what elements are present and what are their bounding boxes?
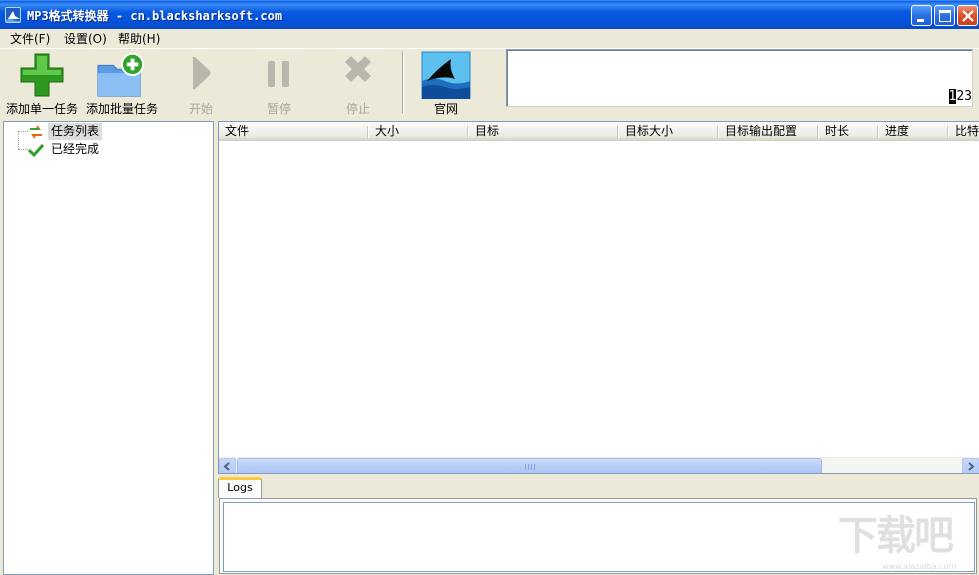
- logs-section: Logs: [218, 477, 979, 575]
- minimize-button[interactable]: [911, 5, 932, 26]
- tree-item-label: 任务列表: [48, 123, 103, 140]
- start-label: 开始: [188, 102, 213, 116]
- add-single-task-button[interactable]: 添加单一任务: [3, 49, 81, 119]
- tab-logs[interactable]: Logs: [218, 477, 262, 498]
- start-button[interactable]: 开始: [176, 49, 226, 119]
- progress-counter: 123: [948, 89, 972, 104]
- column-header-bitrate[interactable]: 比特: [949, 122, 979, 141]
- checkmark-icon: [28, 143, 44, 158]
- task-list-view[interactable]: 文件 大小 目标 目标大小 目标输出配置 时长 进度 比特: [218, 121, 979, 474]
- logs-textbox[interactable]: [223, 502, 975, 572]
- column-header-output-config[interactable]: 目标输出配置: [719, 122, 819, 141]
- official-site-button[interactable]: 官网: [421, 49, 471, 119]
- column-header-progress[interactable]: 进度: [879, 122, 949, 141]
- add-single-task-label: 添加单一任务: [5, 102, 78, 116]
- menu-bar: 文件(F) 设置(O) 帮助(H): [0, 29, 979, 48]
- window-title: MP3格式转换器 - cn.blacksharksoft.com: [27, 9, 283, 23]
- scroll-thumb[interactable]: [237, 458, 822, 473]
- pause-label: 暂停: [266, 102, 291, 116]
- maximize-icon: [939, 10, 951, 22]
- logs-panel: [219, 498, 977, 574]
- folder-add-icon: [97, 52, 145, 97]
- scroll-left-button[interactable]: [219, 458, 236, 473]
- stop-label: 停止: [345, 102, 370, 116]
- add-batch-task-label: 添加批量任务: [85, 102, 158, 116]
- app-window: MP3格式转换器 - cn.blacksharksoft.com 文件(F) 设…: [0, 0, 979, 575]
- progress-display: 123: [506, 49, 973, 107]
- menu-settings[interactable]: 设置(O): [62, 31, 109, 47]
- title-bar[interactable]: MP3格式转换器 - cn.blacksharksoft.com: [0, 0, 979, 29]
- close-icon: [962, 10, 974, 22]
- column-header-label: 目标: [475, 124, 500, 138]
- column-header-label: 文件: [225, 124, 250, 138]
- minimize-icon: [917, 19, 924, 22]
- toolbar: 添加单一任务 添加批量任务 开始 暂停 停止 官网 123: [0, 48, 979, 120]
- tree-item-label: 已经完成: [51, 142, 100, 156]
- task-list-icon: [30, 125, 42, 139]
- column-header-label: 大小: [375, 124, 400, 138]
- column-header-label: 目标大小: [625, 124, 674, 138]
- pause-button[interactable]: 暂停: [254, 49, 304, 119]
- column-header-label: 时长: [825, 124, 850, 138]
- horizontal-scrollbar[interactable]: [219, 457, 979, 473]
- column-header-file[interactable]: 文件: [219, 122, 369, 141]
- progress-counter-rest: 23: [956, 89, 972, 104]
- toolbar-separator: [402, 51, 404, 113]
- column-header-size[interactable]: 大小: [369, 122, 469, 141]
- list-header: 文件 大小 目标 目标大小 目标输出配置 时长 进度 比特: [219, 122, 979, 141]
- pause-icon: [268, 61, 289, 87]
- scroll-right-button[interactable]: [962, 458, 979, 473]
- column-header-label: 目标输出配置: [725, 124, 798, 138]
- add-batch-task-button[interactable]: 添加批量任务: [83, 49, 161, 119]
- task-tree[interactable]: 任务列表 已经完成: [3, 121, 214, 575]
- column-header-label: 比特: [955, 124, 979, 138]
- chevron-right-icon: [968, 462, 975, 471]
- shark-logo-icon: [421, 51, 471, 99]
- official-site-label: 官网: [433, 102, 458, 116]
- menu-help[interactable]: 帮助(H): [116, 31, 162, 47]
- column-header-label: 进度: [885, 124, 910, 138]
- tree-connector: [18, 131, 28, 132]
- tree-connector: [18, 131, 19, 149]
- add-plus-icon: [20, 53, 64, 97]
- stop-x-icon: [345, 56, 371, 82]
- stop-button[interactable]: 停止: [333, 49, 383, 119]
- tree-connector: [18, 149, 28, 150]
- play-icon: [192, 56, 211, 90]
- close-button[interactable]: [957, 5, 978, 26]
- menu-file[interactable]: 文件(F): [8, 31, 52, 47]
- chevron-left-icon: [223, 462, 230, 471]
- column-header-duration[interactable]: 时长: [819, 122, 879, 141]
- column-header-target[interactable]: 目标: [469, 122, 619, 141]
- column-header-target-size[interactable]: 目标大小: [619, 122, 719, 141]
- maximize-button[interactable]: [934, 5, 955, 26]
- app-icon[interactable]: [5, 7, 21, 23]
